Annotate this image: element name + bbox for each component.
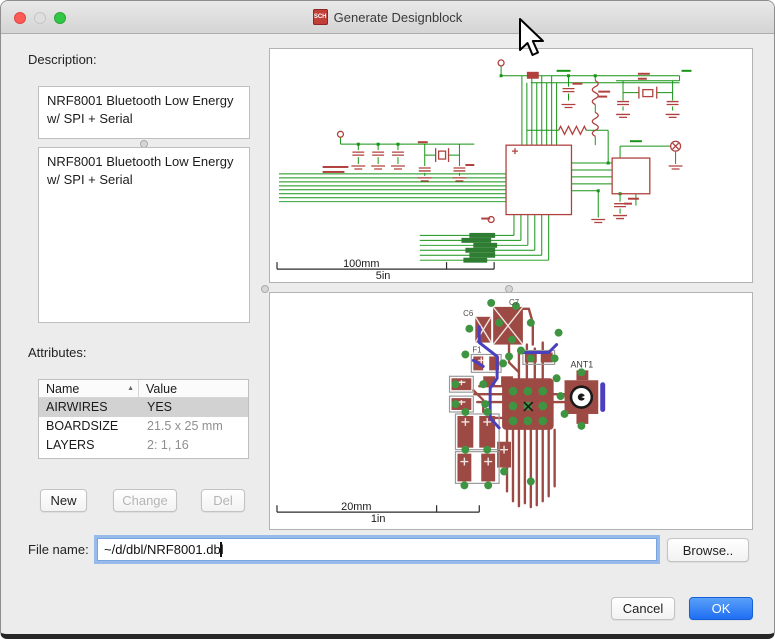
description-box-schematic[interactable]: NRF8001 Bluetooth Low Energy w/ SPI + Se… <box>38 86 250 139</box>
attributes-table[interactable]: Name ▲ Value AIRWIRES YES BOARDSIZE 21.5… <box>38 379 249 459</box>
board-drawing: C6 C7 F1 ANT1 20mm 1in <box>270 293 752 529</box>
board-label-ant1: ANT1 <box>570 359 593 369</box>
traffic-lights <box>14 1 66 34</box>
schematic-document-icon: SCH <box>313 9 328 25</box>
board-label-c6: C6 <box>463 309 474 318</box>
zoom-button[interactable] <box>54 12 66 24</box>
board-label-f1: F1 <box>472 345 482 354</box>
title-bar[interactable]: SCH Generate Designblock <box>1 1 774 34</box>
window-title: Generate Designblock <box>334 10 463 25</box>
schematic-preview-panel: 100mm 5in <box>269 48 753 283</box>
column-header-value[interactable]: Value <box>139 380 248 397</box>
file-name-input[interactable] <box>97 538 657 561</box>
column-header-name[interactable]: Name <box>46 380 79 398</box>
board-preview-panel: C6 C7 F1 ANT1 20mm 1in <box>269 292 753 530</box>
attr-value: 21.5 x 25 mm <box>139 417 248 436</box>
attr-value: YES <box>139 398 248 417</box>
attributes-label: Attributes: <box>28 345 87 360</box>
generate-designblock-dialog: SCH Generate Designblock Description: NR… <box>0 0 775 639</box>
delete-attribute-button: Del <box>201 489 245 512</box>
table-row-boardsize[interactable]: BOARDSIZE 21.5 x 25 mm <box>39 417 248 436</box>
schematic-scale-bar <box>277 262 494 269</box>
ok-button[interactable]: OK <box>689 597 753 620</box>
change-attribute-button: Change <box>113 489 177 512</box>
file-name-label: File name: <box>28 542 89 557</box>
browse-button[interactable]: Browse.. <box>667 538 749 562</box>
close-button[interactable] <box>14 12 26 24</box>
board-scale-in-label: 1in <box>371 513 386 525</box>
description-label: Description: <box>28 52 97 67</box>
schematic-scale-in-label: 5in <box>376 270 391 282</box>
table-header: Name ▲ Value <box>39 380 248 398</box>
description-box-board[interactable]: NRF8001 Bluetooth Low Energy w/ SPI + Se… <box>38 147 250 323</box>
table-row-layers[interactable]: LAYERS 2: 1, 16 <box>39 436 248 455</box>
text-caret <box>220 542 222 557</box>
mouse-cursor <box>518 17 548 61</box>
attr-name: BOARDSIZE <box>39 417 139 436</box>
attr-name: AIRWIRES <box>39 398 139 417</box>
attr-value: 2: 1, 16 <box>139 436 248 455</box>
sort-ascending-icon[interactable]: ▲ <box>127 380 134 398</box>
minimize-button <box>34 12 46 24</box>
schematic-drawing: 100mm 5in <box>270 49 752 282</box>
board-label-c7: C7 <box>509 298 519 307</box>
new-attribute-button[interactable]: New <box>40 489 87 512</box>
schematic-scale-mm-label: 100mm <box>343 258 379 270</box>
attr-name: LAYERS <box>39 436 139 455</box>
title-group: SCH Generate Designblock <box>313 9 463 25</box>
table-row-airwires[interactable]: AIRWIRES YES <box>39 398 248 417</box>
preview-splitter-handle-left[interactable] <box>261 285 269 293</box>
cancel-button[interactable]: Cancel <box>611 597 675 620</box>
board-scale-bar <box>277 505 479 512</box>
board-scale-mm-label: 20mm <box>341 501 371 513</box>
